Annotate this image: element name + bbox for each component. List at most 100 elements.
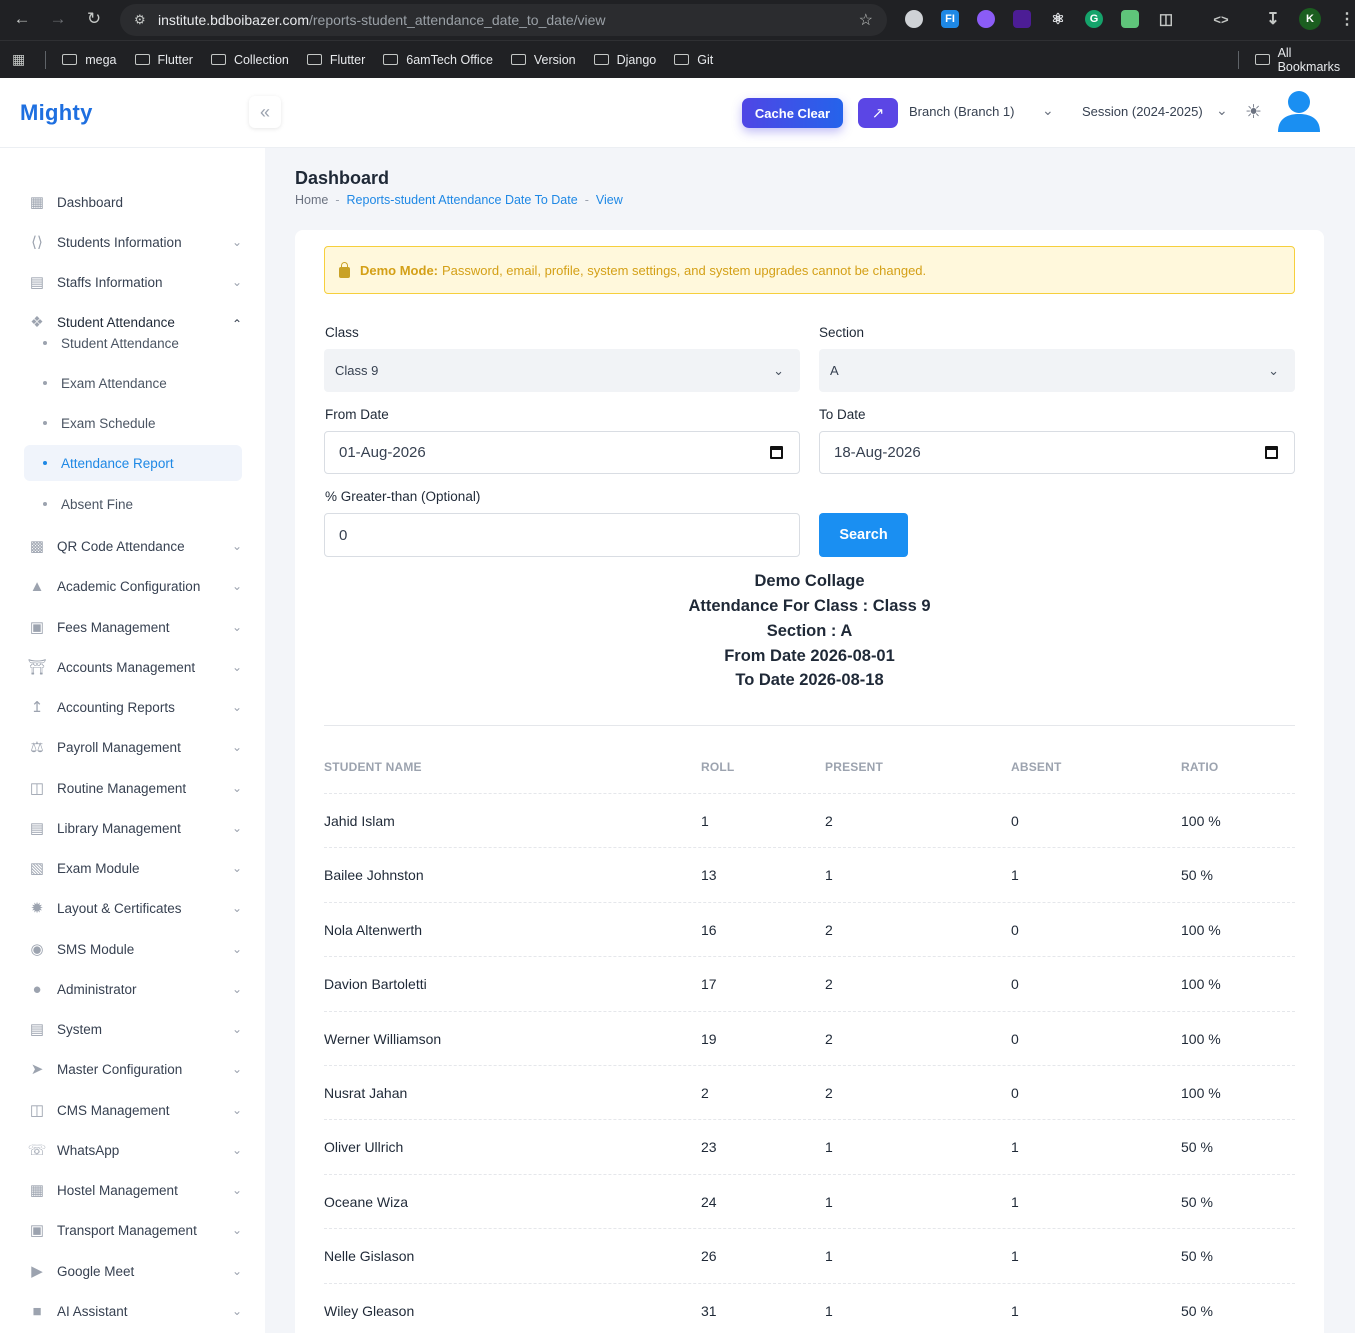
- to-date-input[interactable]: 18-Aug-2026: [819, 431, 1295, 474]
- sidebar-item[interactable]: ▶ Google Meet ⌄: [24, 1253, 242, 1289]
- bullet-dot: [43, 421, 47, 425]
- demo-mode-alert: Demo Mode: Password, email, profile, sys…: [324, 246, 1295, 294]
- extension-icon[interactable]: [977, 10, 995, 28]
- sidebar-item[interactable]: ◫ CMS Management ⌄: [24, 1092, 242, 1128]
- sidebar-item[interactable]: ▦ Hostel Management ⌄: [24, 1172, 242, 1208]
- bookmark-folder[interactable]: 6amTech Office: [383, 53, 493, 67]
- bullet-dot: [43, 381, 47, 385]
- address-bar[interactable]: ⚙ institute.bdboibazer.com/reports-stude…: [120, 4, 887, 36]
- sidebar-item[interactable]: ➤ Master Configuration ⌄: [24, 1051, 242, 1087]
- extensions-puzzle-icon[interactable]: ◫: [1157, 10, 1175, 28]
- site-info-icon[interactable]: ⚙: [134, 12, 158, 28]
- sidebar-item-label: Google Meet: [57, 1263, 135, 1279]
- back-icon[interactable]: ←: [4, 9, 40, 29]
- sidebar-item[interactable]: ✹ Layout & Certificates ⌄: [24, 890, 242, 926]
- search-button[interactable]: Search: [819, 513, 908, 557]
- bookmark-folder[interactable]: Django: [593, 53, 656, 67]
- bullet-dot: [43, 461, 47, 465]
- sidebar-subitem[interactable]: Exam Attendance: [24, 365, 242, 401]
- breadcrumb-view[interactable]: View: [596, 193, 623, 207]
- user-avatar[interactable]: [1276, 90, 1322, 134]
- sidebar-item[interactable]: ↥ Accounting Reports ⌄: [24, 689, 242, 725]
- breadcrumb-separator: -: [584, 193, 589, 207]
- reload-icon[interactable]: ↻: [76, 9, 112, 29]
- sidebar-subitem[interactable]: Student Attendance: [24, 325, 242, 361]
- fees-icon: ▣: [29, 619, 45, 636]
- table-row: Davion Bartoletti 17 2 0 100 %: [324, 956, 1295, 1010]
- sidebar-item-label: Administrator: [57, 981, 137, 997]
- sidebar-item[interactable]: ▤ Staffs Information ⌄: [24, 264, 242, 300]
- table-cell: Nola Altenwerth: [324, 922, 423, 938]
- bookmark-star-icon[interactable]: ☆: [859, 10, 873, 30]
- sidebar-item[interactable]: ◉ SMS Module ⌄: [24, 931, 242, 967]
- sidebar-item[interactable]: ⚖ Payroll Management ⌄: [24, 729, 242, 765]
- menu-dots-icon[interactable]: ⋮: [1338, 10, 1355, 28]
- whatsapp-icon: ☏: [27, 1142, 47, 1159]
- cache-clear-button[interactable]: Cache Clear: [742, 98, 843, 128]
- react-extension-icon[interactable]: ⚛: [1049, 10, 1067, 28]
- sidebar-item[interactable]: ▲ Academic Configuration ⌄: [24, 568, 242, 604]
- chevron-down-icon: ⌄: [231, 235, 242, 249]
- sidebar-item[interactable]: ● Administrator ⌄: [24, 971, 242, 1007]
- grammarly-icon[interactable]: G: [1085, 10, 1103, 28]
- sidebar-item[interactable]: ◫ Routine Management ⌄: [24, 770, 242, 806]
- sidebar-item[interactable]: ☏ WhatsApp ⌄: [24, 1132, 242, 1168]
- sidebar-subitem[interactable]: Absent Fine: [24, 486, 242, 522]
- calendar-icon[interactable]: [770, 446, 783, 459]
- sidebar-item[interactable]: ▦ Dashboard: [24, 184, 242, 220]
- map-icon: ◫: [29, 1102, 45, 1119]
- table-cell: Nelle Gislason: [324, 1248, 415, 1264]
- sidebar-item[interactable]: ▣ Fees Management ⌄: [24, 609, 242, 645]
- logo[interactable]: Mighty: [20, 100, 93, 126]
- forward-icon[interactable]: →: [40, 9, 76, 29]
- chart-icon: ↥: [30, 699, 44, 716]
- section-select[interactable]: A ⌄: [819, 349, 1295, 392]
- extension-icon[interactable]: [905, 10, 923, 28]
- class-select-value: Class 9: [335, 363, 379, 378]
- bookmark-folder[interactable]: Flutter: [306, 53, 365, 67]
- sidebar-item[interactable]: ⟨⟩ Students Information ⌄: [24, 224, 242, 260]
- percent-input[interactable]: 0: [324, 513, 800, 557]
- download-icon[interactable]: ↧: [1264, 10, 1282, 28]
- sidebar-item[interactable]: ▤ System ⌄: [24, 1011, 242, 1047]
- chevron-down-icon: ⌄: [1268, 362, 1279, 378]
- theme-toggle-sun-icon[interactable]: ☀: [1245, 101, 1262, 124]
- sidebar-item[interactable]: ▣ Transport Management ⌄: [24, 1212, 242, 1248]
- breadcrumb-report[interactable]: Reports-student Attendance Date To Date: [347, 193, 578, 207]
- breadcrumb-home[interactable]: Home: [295, 193, 328, 207]
- extension-fi-icon[interactable]: FI: [941, 10, 959, 28]
- sidebar-subitem[interactable]: Exam Schedule: [24, 405, 242, 441]
- devtools-icon[interactable]: <>: [1210, 10, 1232, 28]
- bookmark-folder[interactable]: Flutter: [134, 53, 193, 67]
- table-cell: 1: [825, 1139, 833, 1155]
- from-date-input[interactable]: 01-Aug-2026: [324, 431, 800, 474]
- extension-icon[interactable]: [1121, 10, 1139, 28]
- bookmark-folder[interactable]: mega: [62, 53, 117, 67]
- calendar-icon[interactable]: [1265, 446, 1278, 459]
- sidebar-item-label: QR Code Attendance: [57, 538, 185, 554]
- bookmark-folder[interactable]: Collection: [210, 53, 289, 67]
- extension-icon[interactable]: [1013, 10, 1031, 28]
- collapse-sidebar-button[interactable]: «: [249, 96, 281, 128]
- sidebar-item[interactable]: ▧ Exam Module ⌄: [24, 850, 242, 886]
- profile-avatar[interactable]: K: [1299, 8, 1321, 30]
- chevron-down-icon[interactable]: ⌄: [1042, 102, 1054, 119]
- open-website-button[interactable]: ↗: [858, 98, 898, 128]
- all-bookmarks[interactable]: All Bookmarks: [1238, 46, 1355, 74]
- sidebar-item-label: Layout & Certificates: [57, 900, 182, 916]
- class-select[interactable]: Class 9 ⌄: [324, 349, 800, 392]
- branch-selector[interactable]: Branch (Branch 1): [909, 104, 1015, 119]
- sidebar-item[interactable]: ⛩ Accounts Management ⌄: [24, 649, 242, 685]
- bookmark-folder[interactable]: Git: [674, 53, 713, 67]
- table-cell: 0: [1011, 976, 1019, 992]
- sidebar-item[interactable]: ▩ QR Code Attendance ⌄: [24, 528, 242, 564]
- sidebar-subitem[interactable]: Attendance Report: [24, 445, 242, 481]
- session-selector[interactable]: Session (2024-2025): [1082, 104, 1203, 119]
- class-label: Class: [325, 325, 359, 340]
- apps-grid-icon[interactable]: ▦: [12, 51, 25, 68]
- bookmark-folder[interactable]: Version: [510, 53, 576, 67]
- sidebar-item[interactable]: ▤ Library Management ⌄: [24, 810, 242, 846]
- table-row: Oceane Wiza 24 1 1 50 %: [324, 1174, 1295, 1228]
- sidebar-item[interactable]: ■ AI Assistant ⌄: [24, 1293, 242, 1329]
- chevron-down-icon[interactable]: ⌄: [1216, 102, 1228, 119]
